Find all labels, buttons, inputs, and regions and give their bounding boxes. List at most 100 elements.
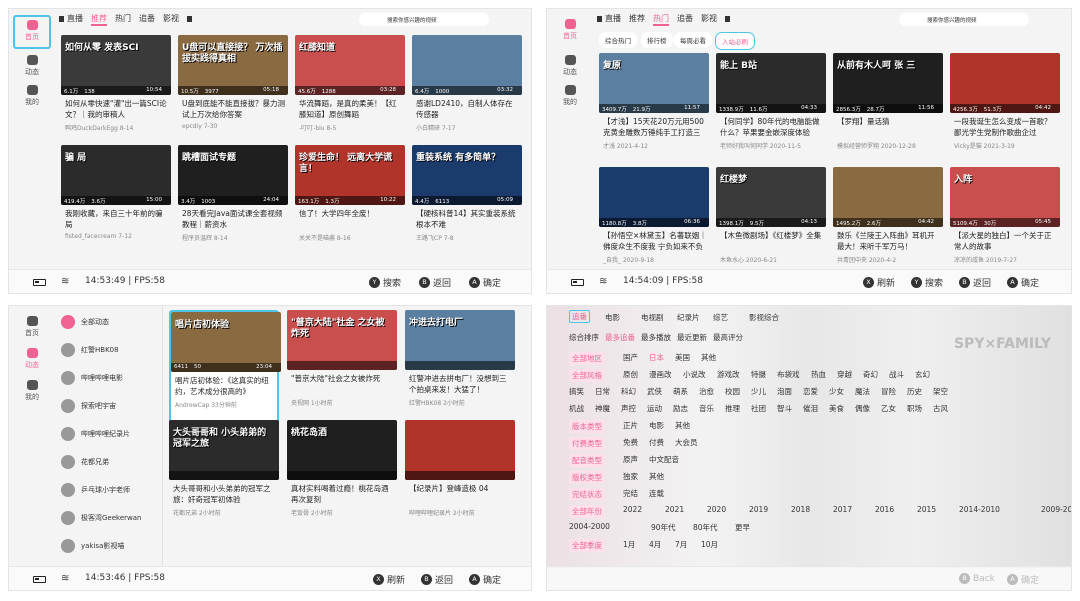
back-button[interactable]: B 返回 [959,276,991,289]
filter-tab[interactable]: 综艺 [713,312,728,323]
filter-option[interactable]: 搞笑 [569,386,584,397]
tab-movies[interactable]: 影视 [701,13,717,24]
filter-option[interactable]: 更早 [735,522,750,533]
video-card[interactable]: 唱片店初体验 6411 50 23:04 唱片店初体验：《这真实的纽约，艺术成分很高… [169,310,281,434]
chip-ranking[interactable]: 排行榜 [641,32,673,48]
video-card[interactable]: 大头哥哥和 小头弟弟的冠军之旅 大头哥哥和小头弟弟的冠军之旅：奸奇冠军初体验 花… [169,420,279,544]
confirm-button[interactable]: A 确定 [1007,276,1039,289]
following-item[interactable]: 花都兄弟 [61,452,109,472]
filter-option[interactable]: 美国 [675,352,690,363]
sort-option[interactable]: 综合排序 [569,332,599,343]
filter-option[interactable]: 2009-2005 [1041,505,1071,514]
filter-option[interactable]: 武侠 [647,386,662,397]
filter-option[interactable]: 催泪 [803,403,818,414]
download-icon[interactable] [597,16,602,22]
filter-label[interactable]: 付费类型 [569,437,605,450]
chip-weekly[interactable]: 每周必看 [674,32,712,48]
filter-option[interactable]: 科幻 [621,386,636,397]
video-card[interactable]: 6.4万 1000 03:32 感谢LD2410，自制人体存在传感器 小白精研 7-… [412,35,522,159]
following-item[interactable]: 哔哩哔哩电影 [61,368,123,388]
filter-option[interactable]: 社团 [751,403,766,414]
tab-bangumi[interactable]: 追番 [139,13,155,24]
filter-option[interactable]: 声控 [621,403,636,414]
filter-option[interactable]: 游戏改 [717,369,740,380]
search-button[interactable]: Y 搜索 [369,276,401,289]
video-card[interactable]: 从前有木人呵 张 三 2856.3万 28.7万 11:56 【罗翔】量话猜 模拟经… [833,53,943,177]
filter-option[interactable]: 乙女 [881,403,896,414]
filter-option[interactable]: 少女 [829,386,844,397]
filter-option[interactable]: 热血 [811,369,826,380]
filter-option[interactable]: 美食 [829,403,844,414]
following-item[interactable]: 探索吧宇宙 [61,396,116,416]
following-item[interactable]: 全部动态 [61,312,109,332]
filter-option[interactable]: 原声 [623,454,638,465]
refresh-button[interactable]: X 刷新 [863,276,895,289]
filter-option[interactable]: 2019 [749,505,768,514]
filter-option[interactable]: 其他 [649,471,664,482]
tab-recommend[interactable]: 推荐 [629,13,645,24]
tab-live[interactable]: 直播 [605,13,621,24]
back-button[interactable]: B 返回 [421,573,453,586]
filter-option[interactable]: 80年代 [693,522,718,533]
following-item[interactable]: 红警HBK08 [61,340,119,360]
filter-tab[interactable]: 追番 [569,310,590,323]
sidebar-item-home[interactable]: 首页 [13,316,51,338]
filter-option[interactable]: 独家 [623,471,638,482]
filter-option[interactable]: 推理 [725,403,740,414]
sidebar-item-mine[interactable]: 我的 [13,85,51,107]
following-item[interactable]: 哔哩哔哩纪录片 [61,424,130,444]
tab-movies[interactable]: 影视 [163,13,179,24]
filter-option[interactable]: 2016 [875,505,894,514]
filter-option[interactable]: 穿越 [837,369,852,380]
video-card[interactable]: 【纪录片】登峰造极 04 哔哩哔哩纪录片 2小时前 [405,420,515,544]
filter-option[interactable]: 国产 [623,352,638,363]
video-card[interactable]: 复原 3409.7万 21.9万 11:57 【才浅】15天花20万元用500克黄金… [599,53,709,177]
filter-option[interactable]: 2021 [665,505,684,514]
filter-option[interactable]: 1月 [623,539,635,550]
filter-option[interactable]: 偶像 [855,403,870,414]
filter-option[interactable]: 完结 [623,488,638,499]
search-input[interactable]: 搜索你感兴趣的视频 [899,13,1029,26]
sort-option[interactable]: 最高评分 [713,332,743,343]
filter-option[interactable]: 少儿 [751,386,766,397]
sidebar-item-home[interactable]: 首页 [13,15,51,49]
filter-option[interactable]: 其他 [701,352,716,363]
filter-option[interactable]: 奇幻 [863,369,878,380]
confirm-button[interactable]: A 确定 [469,573,501,586]
tab-hot[interactable]: 热门 [653,13,669,26]
filter-option[interactable]: 智斗 [777,403,792,414]
filter-tab[interactable]: 电视剧 [641,312,664,323]
filter-option[interactable]: 神魔 [595,403,610,414]
filter-option[interactable]: 10月 [701,539,718,550]
filter-tab[interactable]: 电影 [605,312,620,323]
filter-option[interactable]: 冒险 [881,386,896,397]
back-button[interactable]: B 返回 [419,276,451,289]
video-card[interactable]: 重装系统 有多简单？ 4.4万 6113 05:09 【硬核科普14】其实重装系统根… [412,145,522,269]
tab-hot[interactable]: 热门 [115,13,131,24]
filter-option[interactable]: 大会员 [675,437,698,448]
filter-option[interactable]: 2020 [707,505,726,514]
tab-recommend[interactable]: 推荐 [91,13,107,26]
download-icon[interactable] [59,16,64,22]
video-card[interactable]: 红膝知道 45.6万 1288 03:28 华流舞蹈，是真的柔美！【红膝知道】原创舞… [295,35,405,159]
filter-option[interactable]: 正片 [623,420,638,431]
video-card[interactable]: U盘可以直接接？ 万次插拔实践得真相 10.5万 3977 05:18 U盘到底能不… [178,35,288,159]
filter-option[interactable]: 中文配音 [649,454,679,465]
filter-option[interactable]: 2017 [833,505,852,514]
filter-option[interactable]: 机战 [569,403,584,414]
refresh-button[interactable]: X 刷新 [373,573,405,586]
filter-option[interactable]: 魔法 [855,386,870,397]
video-card[interactable]: 如何从零 发表SCI 6.1万 138 10:54 如何从零快速"灌"出一篇SCI论… [61,35,171,159]
following-item[interactable]: yakisa影视喵 [61,536,124,556]
video-card[interactable]: 4256.3万 51.3万 04:42 一段我诞生怎么变成一首歌？鄙光学生党制作歌曲… [950,53,1060,177]
video-card[interactable]: 跳槽面试专题 3.4万 1003 24:04 28天看完Java面试课全套视频教程｜… [178,145,288,269]
search-input[interactable]: 搜索你感兴趣的视频 [359,13,489,26]
search-button[interactable]: Y 搜索 [911,276,943,289]
filter-option[interactable]: 付费 [649,437,664,448]
download-icon[interactable] [725,16,730,22]
chip-all-hot[interactable]: 综合热门 [599,32,637,48]
filter-option[interactable]: 2014-2010 [959,505,1000,514]
filter-label[interactable]: 完结状态 [569,488,605,501]
filter-option[interactable]: 布袋戏 [777,369,800,380]
filter-option[interactable]: 2004-2000 [569,522,610,531]
